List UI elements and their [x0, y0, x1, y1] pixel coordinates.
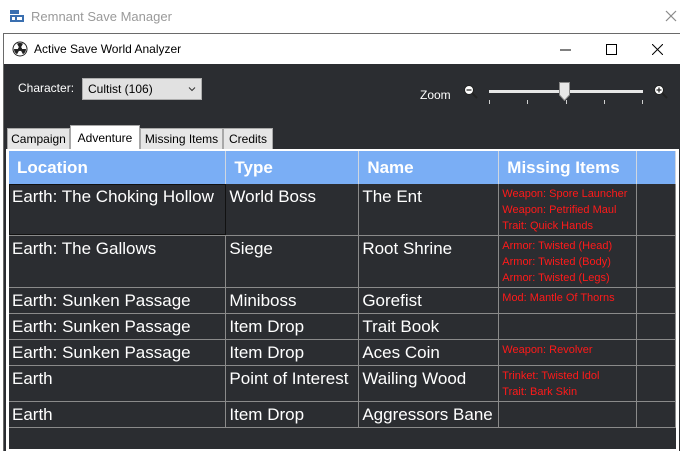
column-header-type[interactable]: Type [225, 151, 360, 184]
cell-filler [636, 184, 676, 236]
tab-campaign[interactable]: Campaign [7, 128, 70, 149]
table-row[interactable]: Earth: Sunken Passage Item Drop Aces Coi… [9, 339, 676, 366]
missing-item: Armor: Twisted (Legs) [502, 271, 610, 284]
cell-filler [636, 313, 676, 340]
cell-name[interactable]: Root Shrine [358, 235, 500, 288]
missing-item: Armor: Twisted (Head) [502, 239, 613, 252]
table-row[interactable]: Earth: Sunken Passage Miniboss Gorefist … [9, 287, 676, 314]
cell-name[interactable]: Trait Book [358, 313, 500, 340]
cell-missing-items[interactable]: Weapon: Revolver [498, 339, 638, 366]
cell-missing-items[interactable] [498, 313, 638, 340]
cell-missing-items[interactable]: Weapon: Spore Launcher Weapon: Petrified… [498, 184, 638, 236]
character-value: Cultist (106) [88, 82, 153, 96]
analyzer-dialog: Active Save World Analyzer Character: Cu… [3, 33, 680, 451]
cell-missing-items[interactable]: Trinket: Twisted Idol Trait: Bark Skin [498, 365, 638, 402]
tab-adventure[interactable]: Adventure [70, 125, 140, 150]
slider-tick [604, 100, 605, 104]
missing-item: Trait: Bark Skin [502, 385, 578, 398]
radioactive-icon [12, 41, 28, 57]
missing-item: Weapon: Petrified Maul [502, 204, 617, 216]
cell-name[interactable]: Gorefist [358, 287, 500, 314]
cell-location[interactable]: Earth: Sunken Passage [9, 339, 227, 366]
zoom-in-icon[interactable] [653, 84, 669, 100]
cell-location[interactable]: Earth: The Choking Hollow [9, 184, 227, 236]
cell-type[interactable]: Siege [225, 235, 360, 288]
missing-item: Trinket: Twisted Idol [502, 369, 600, 382]
table-row[interactable]: Earth: The Choking Hollow World Boss The… [9, 184, 676, 236]
missing-item: Weapon: Spore Launcher [502, 188, 628, 200]
zoom-slider-thumb[interactable] [559, 82, 570, 101]
cell-location[interactable]: Earth: Sunken Passage [9, 287, 227, 314]
cell-filler [636, 287, 676, 314]
dialog-title: Active Save World Analyzer [34, 42, 182, 56]
missing-item: Trait: Quick Hands [502, 220, 593, 232]
cell-type[interactable]: Miniboss [225, 287, 360, 314]
slider-tick [527, 100, 528, 104]
cell-name[interactable]: The Ent [358, 184, 500, 236]
zoom-label: Zoom [420, 88, 451, 102]
cell-filler [636, 365, 676, 402]
main-window-title: Remnant Save Manager [31, 9, 172, 24]
cell-name[interactable]: Aces Coin [358, 339, 500, 366]
slider-tick [489, 100, 490, 104]
column-header-location[interactable]: Location [9, 151, 227, 184]
tab-missing-items[interactable]: Missing Items [140, 128, 223, 149]
zoom-out-icon[interactable] [463, 84, 479, 100]
minimize-button[interactable] [542, 34, 588, 64]
column-header-name[interactable]: Name [358, 151, 500, 184]
column-header-missing-items[interactable]: Missing Items [498, 151, 638, 184]
character-label: Character: [18, 81, 75, 95]
tab-credits[interactable]: Credits [223, 128, 273, 149]
missing-item: Armor: Twisted (Body) [502, 255, 611, 268]
slider-tick [642, 100, 643, 104]
cell-filler [636, 339, 676, 366]
cell-missing-items[interactable]: Armor: Twisted (Head) Armor: Twisted (Bo… [498, 235, 638, 288]
tab-content: Location Type Name Missing Items Earth: … [6, 149, 679, 451]
maximize-icon [605, 43, 617, 55]
cell-name[interactable]: Aggressors Bane [358, 401, 500, 428]
cell-missing-items[interactable]: Mod: Mantle Of Thorns [498, 287, 638, 314]
adventure-grid[interactable]: Location Type Name Missing Items Earth: … [9, 151, 676, 449]
table-header-row: Location Type Name Missing Items [9, 151, 676, 184]
cell-location[interactable]: Earth [9, 401, 227, 428]
cell-type[interactable]: Item Drop [225, 339, 360, 366]
cell-type[interactable]: Point of Interest [225, 365, 360, 402]
minimize-icon [559, 49, 571, 50]
table-row[interactable]: Earth: Sunken Passage Item Drop Trait Bo… [9, 313, 676, 340]
app-icon [10, 10, 24, 22]
character-dropdown[interactable]: Cultist (106) [82, 78, 202, 100]
cell-location[interactable]: Earth: Sunken Passage [9, 313, 227, 340]
cell-filler [636, 401, 676, 428]
cell-name[interactable]: Wailing Wood [358, 365, 500, 402]
table-row[interactable]: Earth Point of Interest Wailing Wood Tri… [9, 365, 676, 402]
cell-location[interactable]: Earth: The Gallows [9, 235, 227, 288]
adventure-table: Location Type Name Missing Items Earth: … [9, 151, 676, 428]
cell-filler [636, 235, 676, 288]
cell-location[interactable]: Earth [9, 365, 227, 402]
cell-missing-items[interactable] [498, 401, 638, 428]
table-row[interactable]: Earth Item Drop Aggressors Bane [9, 401, 676, 428]
close-button[interactable] [634, 34, 680, 64]
column-header-filler [636, 151, 676, 184]
table-row[interactable]: Earth: The Gallows Siege Root Shrine Arm… [9, 235, 676, 288]
main-window-titlebar: Remnant Save Manager [0, 0, 680, 33]
cell-type[interactable]: World Boss [225, 184, 360, 236]
cell-type[interactable]: Item Drop [225, 313, 360, 340]
dialog-titlebar: Active Save World Analyzer [4, 34, 680, 64]
close-icon [651, 43, 663, 55]
missing-item: Weapon: Revolver [502, 343, 593, 356]
missing-item: Mod: Mantle Of Thorns [502, 291, 615, 304]
close-icon[interactable] [664, 9, 678, 23]
cell-type[interactable]: Item Drop [225, 401, 360, 428]
maximize-button[interactable] [588, 34, 634, 64]
chevron-down-icon [188, 87, 196, 92]
